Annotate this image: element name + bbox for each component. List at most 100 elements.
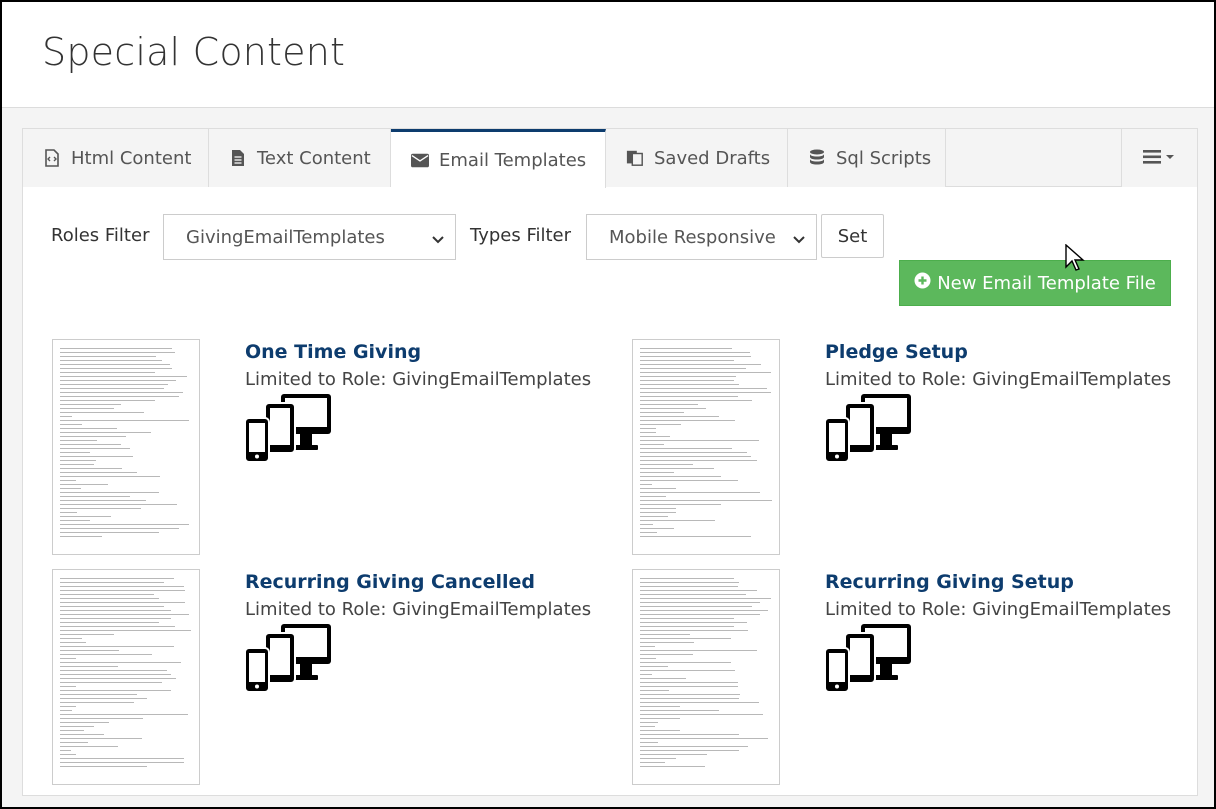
preview-line (60, 626, 175, 627)
preview-line (60, 412, 145, 413)
preview-line (60, 622, 159, 623)
preview-line (60, 750, 71, 751)
template-title-link[interactable]: Recurring Giving Cancelled (245, 571, 535, 593)
preview-line (640, 690, 670, 691)
preview-line (60, 496, 130, 497)
preview-line (640, 520, 716, 521)
preview-line (640, 658, 656, 659)
preview-line (640, 754, 708, 755)
preview-line (640, 444, 664, 445)
preview-line (60, 738, 142, 739)
preview-line (60, 420, 190, 421)
preview-line (60, 500, 146, 501)
preview-line (640, 348, 733, 349)
preview-line (60, 690, 171, 691)
preview-line (640, 750, 739, 751)
chevron-down-icon (792, 230, 806, 251)
preview-line (60, 646, 174, 647)
template-title-link[interactable]: Recurring Giving Setup (825, 571, 1074, 593)
template-role-text: Limited to Role: GivingEmailTemplates (825, 599, 1172, 620)
preview-line (640, 626, 734, 627)
preview-line (60, 348, 173, 349)
tab-text-content[interactable]: Text Content (209, 129, 391, 187)
preview-line (60, 516, 112, 517)
preview-line (640, 464, 693, 465)
preview-line (640, 602, 761, 603)
database-icon (808, 149, 826, 167)
tab-email-templates[interactable]: Email Templates (391, 129, 606, 188)
preview-line (60, 602, 186, 603)
tab-html-content[interactable]: Html Content (23, 129, 209, 187)
preview-line (640, 524, 654, 525)
template-title-link[interactable]: One Time Giving (245, 341, 421, 363)
preview-line (640, 512, 676, 513)
preview-line (60, 766, 148, 767)
preview-line (640, 730, 680, 731)
preview-line (640, 536, 751, 537)
template-role-text: Limited to Role: GivingEmailTemplates (825, 369, 1172, 390)
preview-line (60, 364, 170, 365)
preview-line (60, 618, 171, 619)
preview-line (640, 368, 746, 369)
copy-icon (626, 149, 644, 167)
tab-sql-scripts[interactable]: Sql Scripts (788, 129, 946, 187)
thumbnail-preview-lines (640, 578, 772, 776)
preview-line (60, 352, 175, 353)
preview-line (640, 364, 762, 365)
preview-line (640, 590, 758, 591)
preview-line (60, 484, 108, 485)
preview-line (640, 670, 736, 671)
template-title-link[interactable]: Pledge Setup (825, 341, 968, 363)
preview-line (60, 492, 159, 493)
preview-line (60, 654, 153, 655)
preview-line (640, 468, 714, 469)
preview-line (640, 682, 738, 683)
preview-line (640, 738, 769, 739)
preview-line (60, 638, 83, 639)
preview-line (60, 444, 121, 445)
tab-saved-drafts[interactable]: Saved Drafts (606, 129, 788, 187)
responsive-devices-icon (824, 393, 913, 467)
preview-line (60, 400, 156, 401)
types-filter-select[interactable]: Mobile Responsive (586, 214, 817, 260)
preview-line (640, 500, 772, 501)
template-card: Recurring Giving Setup Limited to Role: … (632, 569, 1192, 789)
preview-line (60, 722, 109, 723)
preview-line (60, 368, 173, 369)
preview-line (640, 420, 736, 421)
preview-line (60, 674, 171, 675)
preview-line (60, 380, 177, 381)
new-email-template-button[interactable]: New Email Template File (899, 260, 1171, 306)
preview-line (640, 484, 652, 485)
template-thumbnail[interactable] (52, 339, 200, 555)
preview-line (640, 396, 738, 397)
preview-line (60, 460, 96, 461)
preview-line (640, 488, 676, 489)
preview-line (640, 508, 676, 509)
preview-line (60, 678, 177, 679)
tab-label: Html Content (71, 147, 192, 169)
template-thumbnail[interactable] (632, 569, 780, 785)
thumbnail-preview-lines (60, 348, 192, 546)
set-button[interactable]: Set (821, 214, 884, 258)
preview-line (60, 662, 182, 663)
preview-line (640, 528, 675, 529)
roles-filter-label: Roles Filter (51, 225, 150, 246)
file-text-icon (229, 149, 247, 167)
preview-line (60, 416, 72, 417)
template-role-text: Limited to Role: GivingEmailTemplates (245, 369, 592, 390)
menu-dropdown-button[interactable] (1121, 129, 1197, 187)
preview-line (60, 706, 76, 707)
preview-line (640, 440, 759, 441)
hamburger-icon (1142, 149, 1177, 168)
preview-line (60, 436, 126, 437)
preview-line (640, 412, 684, 413)
preview-line (640, 698, 739, 699)
preview-line (60, 758, 185, 759)
preview-line (60, 504, 178, 505)
template-thumbnail[interactable] (632, 339, 780, 555)
preview-line (640, 598, 771, 599)
preview-line (640, 452, 747, 453)
template-thumbnail[interactable] (52, 569, 200, 785)
roles-filter-select[interactable]: GivingEmailTemplates (163, 214, 456, 260)
